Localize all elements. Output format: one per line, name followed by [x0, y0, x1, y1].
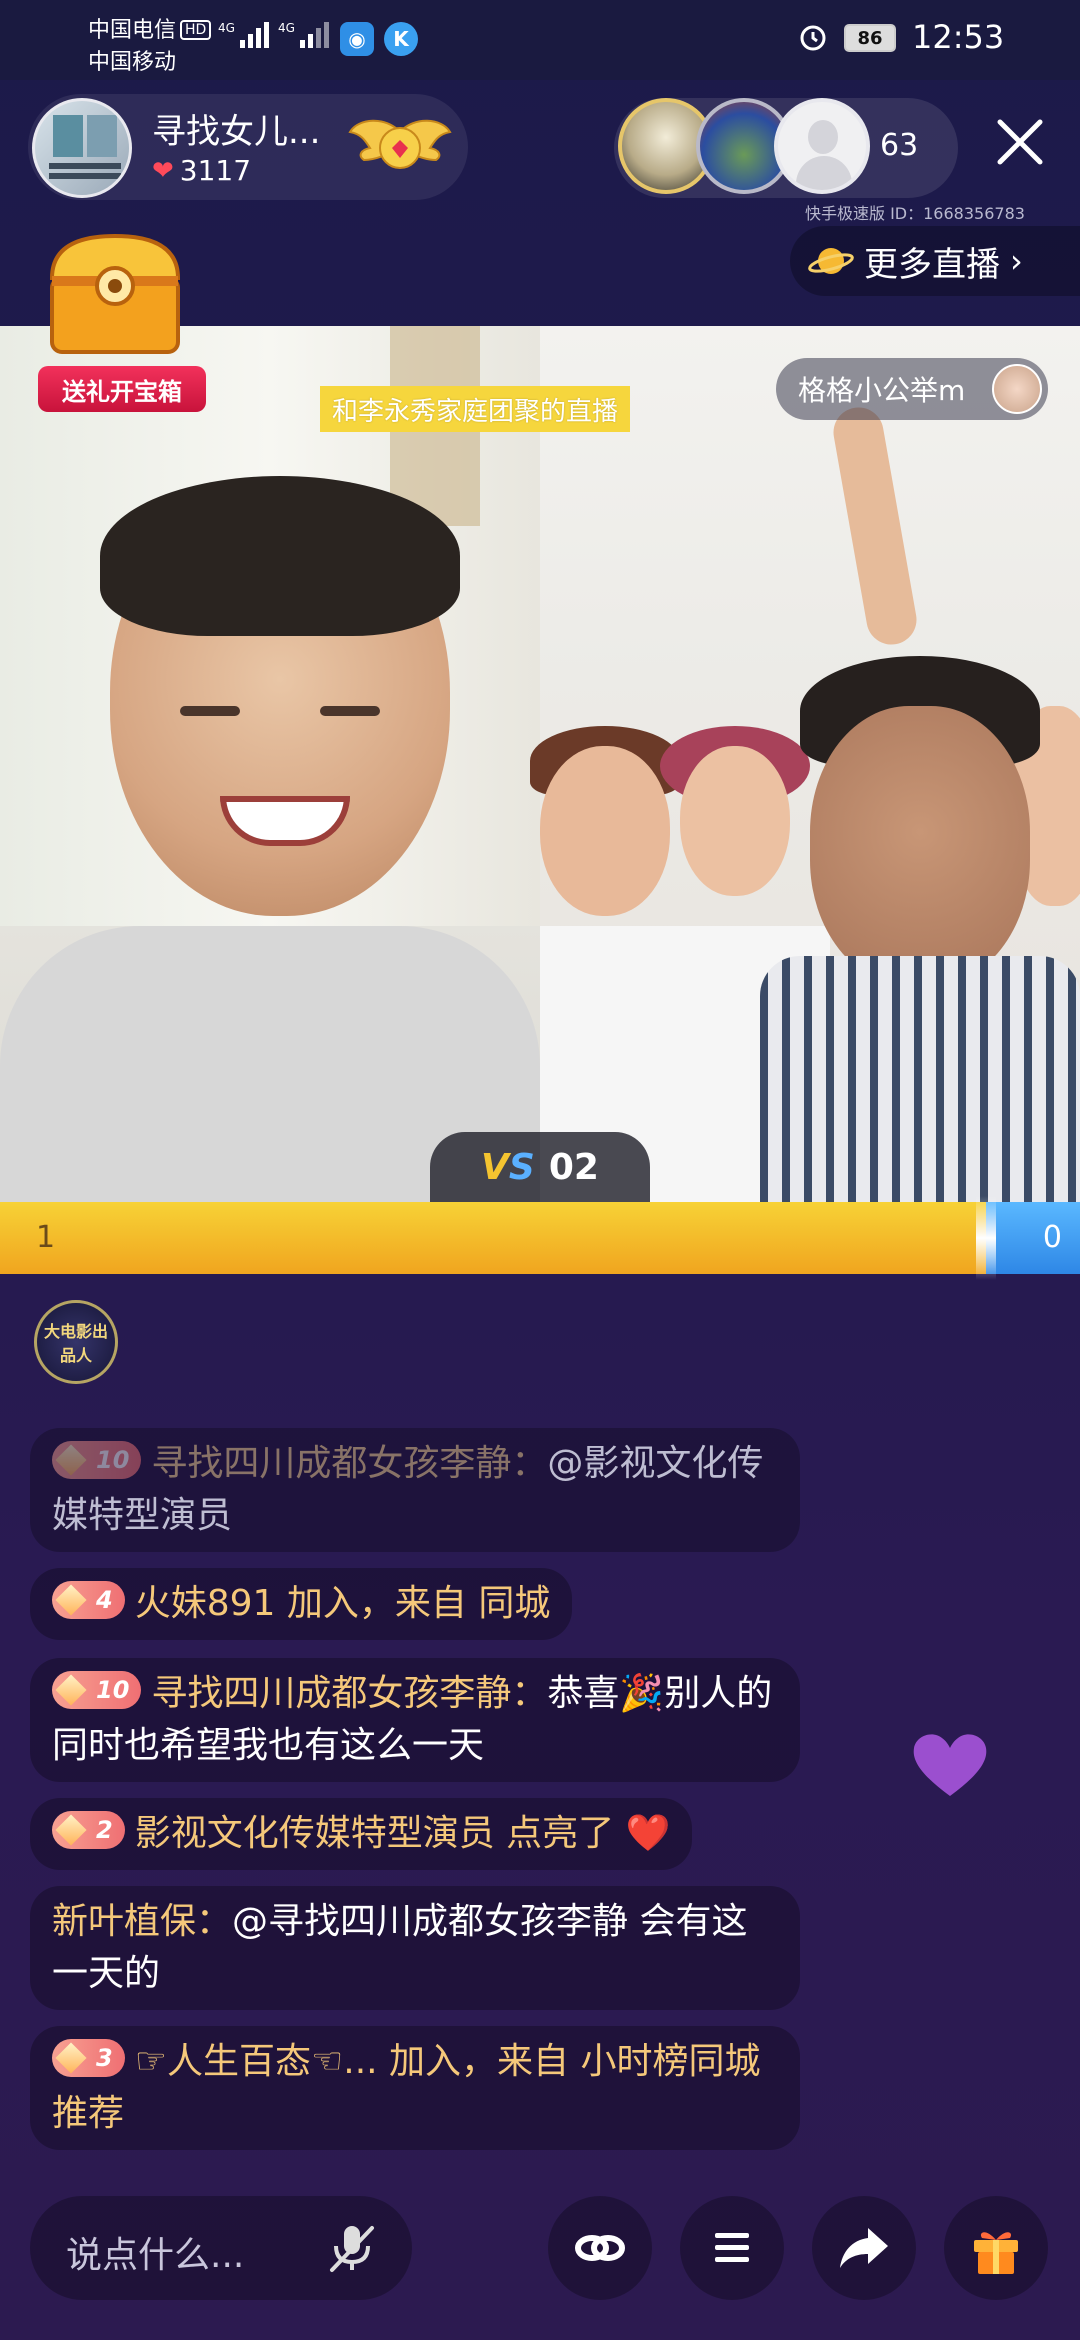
viewer-avatar[interactable] — [774, 98, 870, 194]
user-level-badge: 10 — [52, 1671, 142, 1709]
vs-indicator: VS 02 — [430, 1132, 650, 1202]
vs-icon: VS — [481, 1146, 535, 1188]
alarm-icon — [800, 25, 826, 51]
pk-link-button[interactable] — [548, 2196, 652, 2300]
mic-muted-icon[interactable] — [320, 2216, 384, 2280]
carrier-1: 中国电信 HD — [88, 12, 212, 44]
host-avatar[interactable] — [32, 98, 132, 198]
chevron-right-icon: › — [1010, 242, 1023, 280]
pk-score-bar: 1 0 — [0, 1196, 1080, 1280]
gift-button[interactable] — [944, 2196, 1048, 2300]
user-level-badge: 4 — [52, 1581, 125, 1619]
gem-icon — [55, 2042, 87, 2074]
signal-icon: 4G — [278, 22, 329, 48]
more-live-button[interactable]: 更多直播 › — [790, 226, 1080, 296]
menu-icon — [715, 2233, 749, 2262]
viewer-count[interactable]: 63 — [880, 128, 918, 163]
status-bar: 中国电信 HD 中国移动 4G 4G ◉ K 86 12:53 — [0, 0, 1080, 80]
chat-message[interactable]: 4 火妹891 加入，来自 同城 — [30, 1568, 573, 1640]
pk-score-left: 1 — [36, 1220, 56, 1255]
kuaishou-notification-icon: K — [384, 22, 418, 56]
opponent-camera — [530, 326, 1080, 1202]
producer-medal[interactable]: 大电影出品人 — [34, 1300, 118, 1384]
live-topic-banner: 和李永秀家庭团聚的直播 — [320, 386, 631, 432]
pk-round: 02 — [548, 1146, 599, 1188]
live-id: 快手极速版 ID：1668356783 — [805, 204, 1025, 223]
chat-message[interactable]: 3 ☞人生百态☜... 加入，来自 小时榜同城推荐 — [30, 2026, 800, 2150]
user-level-badge: 10 — [52, 1441, 142, 1479]
app-notification-icon: ◉ — [340, 22, 374, 56]
pk-video-area[interactable] — [0, 326, 1080, 1202]
gem-icon — [55, 1814, 87, 1846]
more-live-label: 更多直播 — [864, 244, 1000, 285]
treasure-chest-icon[interactable] — [40, 228, 190, 358]
chat-message[interactable]: 新叶植保：@寻找四川成都女孩李静 会有这一天的 — [30, 1886, 800, 2010]
battery-indicator: 86 — [844, 24, 896, 52]
host-likes: ❤ 3117 — [152, 154, 252, 187]
gem-icon — [55, 1444, 87, 1476]
heart-icon: ❤ — [152, 155, 174, 186]
close-icon[interactable] — [990, 112, 1050, 172]
pk-score-right-bar: 0 — [986, 1202, 1080, 1274]
user-level-badge: 3 — [52, 2039, 125, 2077]
pk-opponent-tag[interactable]: 格格小公举m — [776, 358, 1048, 420]
comment-placeholder[interactable]: 说点什么... — [66, 2226, 244, 2278]
menu-button[interactable] — [680, 2196, 784, 2300]
chat-message[interactable]: 10 寻找四川成都女孩李静：@影视文化传媒特型演员 — [30, 1428, 800, 1552]
chat-message[interactable]: 10 寻找四川成都女孩李静：恭喜🎉别人的同时也希望我也有这么一天 — [30, 1658, 800, 1782]
gift-icon — [974, 2232, 1018, 2274]
follow-wings-icon[interactable] — [348, 112, 452, 184]
share-arrow-icon — [840, 2228, 888, 2268]
hd-badge: HD — [180, 20, 212, 40]
signal-icon: 4G — [218, 22, 269, 48]
user-level-badge: 2 — [52, 1811, 125, 1849]
chat-message[interactable]: 2 影视文化传媒特型演员 点亮了 ❤️ — [30, 1798, 693, 1870]
pk-score-left-bar: 1 — [0, 1202, 986, 1274]
share-button[interactable] — [812, 2196, 916, 2300]
pk-opponent-avatar[interactable] — [992, 364, 1042, 414]
pk-score-right: 0 — [1042, 1220, 1062, 1255]
gem-icon — [55, 1674, 87, 1706]
gem-icon — [55, 1584, 87, 1616]
host-camera — [0, 326, 540, 1202]
carrier-2: 中国移动 — [88, 50, 177, 75]
link-icon — [575, 2235, 625, 2261]
heart-icon — [913, 1734, 987, 1796]
planet-icon — [808, 248, 854, 274]
clock: 12:53 — [912, 18, 1005, 56]
host-name[interactable]: 寻找女儿... — [152, 104, 320, 153]
treasure-chest-label[interactable]: 送礼开宝箱 — [38, 366, 206, 412]
